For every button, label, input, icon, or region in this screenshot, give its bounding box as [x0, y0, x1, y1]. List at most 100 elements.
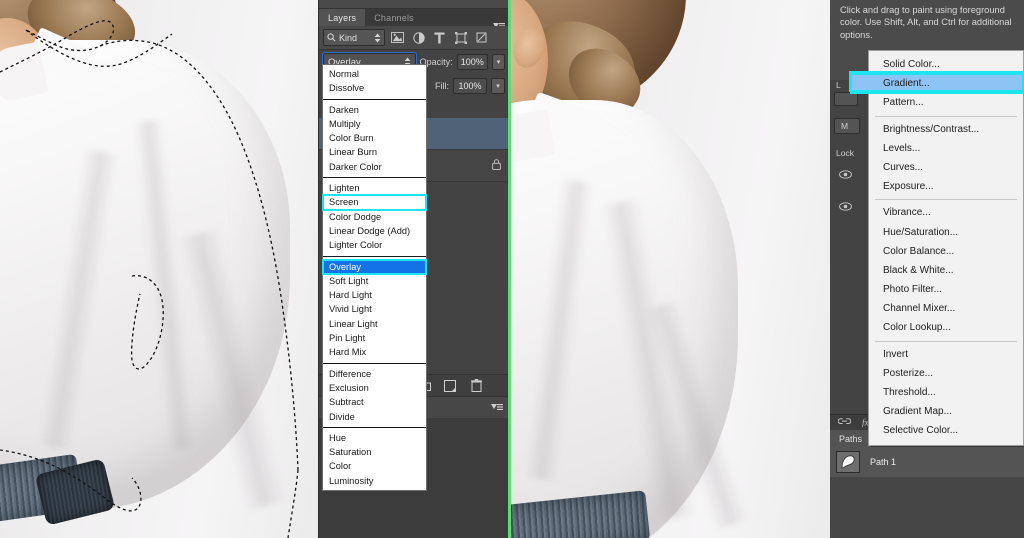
menu-item-curves[interactable]: Curves... — [869, 158, 1023, 177]
blend-option-darken[interactable]: Darken — [323, 103, 426, 117]
blend-option-hard-light[interactable]: Hard Light — [323, 288, 426, 302]
blend-option-overlay[interactable]: Overlay — [322, 258, 427, 275]
blend-group: Hue Saturation Color Luminosity — [323, 431, 426, 488]
blend-option-saturation[interactable]: Saturation — [323, 445, 426, 459]
menu-item-vibrance[interactable]: Vibrance... — [869, 203, 1023, 222]
delete-layer-icon[interactable] — [469, 379, 483, 393]
blend-option-screen[interactable]: Screen — [322, 194, 427, 211]
blend-option-hard-mix[interactable]: Hard Mix — [323, 345, 426, 359]
menu-separator — [875, 115, 1017, 117]
tab-paths-label: Paths — [839, 433, 863, 444]
blend-option-lighten[interactable]: Lighten — [323, 181, 426, 195]
menu-item-photo-filter[interactable]: Photo Filter... — [869, 280, 1023, 299]
fill-value[interactable]: 100% — [453, 78, 487, 94]
blend-option-exclusion[interactable]: Exclusion — [323, 381, 426, 395]
smart-object-filter-icon[interactable] — [473, 29, 490, 46]
path-thumbnail[interactable] — [836, 451, 860, 473]
menu-item-threshold[interactable]: Threshold... — [869, 383, 1023, 402]
blend-option-color[interactable]: Color — [323, 459, 426, 473]
menu-item-exposure[interactable]: Exposure... — [869, 177, 1023, 196]
filter-kind-box-partial[interactable] — [834, 92, 858, 106]
menu-item-color-lookup[interactable]: Color Lookup... — [869, 318, 1023, 337]
tab-layers[interactable]: Layers — [319, 9, 366, 26]
blend-option-lighter-color[interactable]: Lighter Color — [323, 238, 426, 252]
tool-tooltip: Click and drag to paint using foreground… — [840, 5, 1012, 40]
menu-item-gradient[interactable]: Gradient... — [850, 73, 1024, 95]
shape-layer-filter-icon[interactable] — [452, 29, 469, 46]
tab-paths[interactable]: Paths — [830, 430, 872, 447]
menu-item-channel-mixer[interactable]: Channel Mixer... — [869, 299, 1023, 318]
panel-label-mode: M — [841, 121, 849, 131]
menu-item-color-balance[interactable]: Color Balance... — [869, 242, 1023, 261]
tab-layers-label: Layers — [328, 12, 357, 23]
layer-visibility-icon-2[interactable] — [839, 202, 852, 214]
menu-item-posterize[interactable]: Posterize... — [869, 364, 1023, 383]
panel-tabs: Layers Channels — [319, 9, 509, 29]
blend-option-luminosity[interactable]: Luminosity — [323, 474, 426, 488]
blend-option-color-burn[interactable]: Color Burn — [323, 131, 426, 145]
updown-stepper-icon[interactable] — [374, 33, 381, 43]
layer-visibility-icon[interactable] — [839, 170, 852, 182]
fill-slider-arrow[interactable]: ▾ — [491, 78, 505, 94]
menu-item-brightness-contrast[interactable]: Brightness/Contrast... — [869, 120, 1023, 139]
blend-option-multiply[interactable]: Multiply — [323, 117, 426, 131]
menu-item-pattern[interactable]: Pattern... — [869, 93, 1023, 112]
tab-channels[interactable]: Channels — [365, 9, 423, 26]
panel-label-lock: Lock — [836, 148, 854, 158]
menu-separator — [323, 362, 426, 364]
blend-option-normal[interactable]: Normal — [323, 67, 426, 81]
link-layers-icon[interactable] — [837, 417, 852, 428]
blend-option-linear-burn[interactable]: Linear Burn — [323, 145, 426, 159]
menu-separator — [875, 199, 1017, 201]
opacity-slider-arrow[interactable]: ▾ — [491, 54, 505, 70]
menu-item-solid-color[interactable]: Solid Color... — [869, 55, 1023, 74]
menu-group: Vibrance... Hue/Saturation... Color Bala… — [869, 203, 1023, 337]
pixel-layer-filter-icon[interactable] — [389, 29, 406, 46]
blend-group: Difference Exclusion Subtract Divide — [323, 367, 426, 424]
opacity-value[interactable]: 100% — [456, 54, 488, 70]
new-layer-icon[interactable] — [443, 379, 457, 393]
blend-option-divide[interactable]: Divide — [323, 410, 426, 424]
panel-drag-bar[interactable] — [319, 0, 509, 9]
blend-option-vivid-light[interactable]: Vivid Light — [323, 302, 426, 316]
path-name: Path 1 — [870, 457, 897, 467]
menu-group: Brightness/Contrast... Levels... Curves.… — [869, 120, 1023, 197]
type-layer-filter-icon[interactable] — [431, 29, 448, 46]
blend-mode-box-partial[interactable]: M — [834, 118, 860, 134]
blend-mode-dropdown-list[interactable]: Normal Dissolve Darken Multiply Color Bu… — [322, 64, 427, 492]
new-fill-adjustment-layer-menu[interactable]: Solid Color... Gradient... Pattern... Br… — [850, 50, 1024, 446]
filter-kind-dropdown[interactable]: Kind — [323, 29, 385, 46]
blend-option-darker-color[interactable]: Darker Color — [323, 160, 426, 174]
blend-option-soft-light[interactable]: Soft Light — [323, 274, 426, 288]
menu-separator — [323, 255, 426, 257]
canvas-left-image[interactable] — [0, 0, 318, 538]
adjustment-layer-filter-icon[interactable] — [410, 29, 427, 46]
menu-item-hue-saturation[interactable]: Hue/Saturation... — [869, 223, 1023, 242]
menu-group: Solid Color... Gradient... Pattern... — [850, 55, 1024, 113]
paths-panel: Paths Path 1 — [830, 430, 1024, 538]
photoshop-window: Layers Channels Kind Overlay Opacity: 10… — [0, 0, 1024, 538]
menu-item-gradient-map[interactable]: Gradient Map... — [869, 402, 1023, 421]
blend-option-dissolve[interactable]: Dissolve — [323, 81, 426, 95]
blend-option-hue[interactable]: Hue — [323, 431, 426, 445]
fill-label: Fill: — [435, 81, 449, 91]
blend-option-color-dodge[interactable]: Color Dodge — [323, 210, 426, 224]
menu-item-black-and-white[interactable]: Black & White... — [869, 261, 1023, 280]
filter-kind-label: Kind — [339, 32, 358, 43]
blend-option-subtract[interactable]: Subtract — [323, 395, 426, 409]
search-icon — [327, 33, 336, 42]
selection-marching-ants — [0, 20, 299, 538]
menu-item-selective-color[interactable]: Selective Color... — [869, 421, 1023, 440]
blend-option-pin-light[interactable]: Pin Light — [323, 331, 426, 345]
path-row[interactable]: Path 1 — [830, 447, 1024, 477]
blend-group: Overlay Soft Light Hard Light Vivid Ligh… — [322, 258, 427, 360]
blend-option-linear-light[interactable]: Linear Light — [323, 317, 426, 331]
menu-item-levels[interactable]: Levels... — [869, 139, 1023, 158]
blend-option-difference[interactable]: Difference — [323, 367, 426, 381]
tab-channels-label: Channels — [374, 12, 414, 23]
menu-separator — [323, 426, 426, 428]
panel-menu-icon[interactable] — [491, 403, 503, 412]
menu-item-invert[interactable]: Invert — [869, 345, 1023, 364]
canvas-right-image[interactable] — [508, 0, 830, 538]
blend-option-linear-dodge-add[interactable]: Linear Dodge (Add) — [323, 224, 426, 238]
